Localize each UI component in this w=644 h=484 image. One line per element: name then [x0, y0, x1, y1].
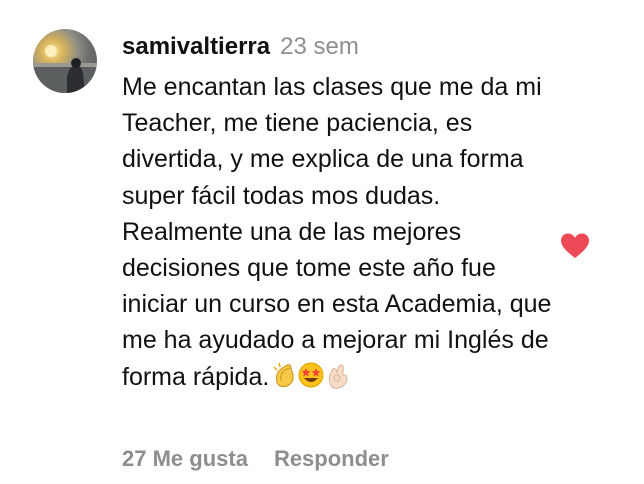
comment-text: Me encantan las clases que me da mi Teac… — [122, 69, 552, 399]
comment-actions: 27 Me gusta Responder — [122, 446, 389, 472]
emoji-icons — [273, 362, 348, 389]
star-struck-icon — [298, 362, 324, 388]
timestamp[interactable]: 23 sem — [280, 33, 359, 61]
avatar[interactable] — [33, 29, 97, 93]
likes-count-button[interactable]: 27 Me gusta — [122, 446, 248, 472]
clapping-hands-icon — [273, 362, 294, 387]
emoji-group — [271, 361, 349, 399]
heart-icon — [561, 233, 589, 258]
username[interactable]: samivaltierra — [122, 33, 270, 61]
reply-button[interactable]: Responder — [274, 446, 389, 472]
like-button[interactable] — [559, 230, 591, 262]
avatar-photo — [33, 45, 97, 93]
comment-body: Me encantan las clases que me da mi Teac… — [122, 73, 552, 391]
comment-header: samivaltierra 23 sem — [122, 33, 552, 67]
ok-hand-icon — [329, 364, 348, 389]
comment: samivaltierra 23 sem Me encantan las cla… — [122, 33, 552, 399]
